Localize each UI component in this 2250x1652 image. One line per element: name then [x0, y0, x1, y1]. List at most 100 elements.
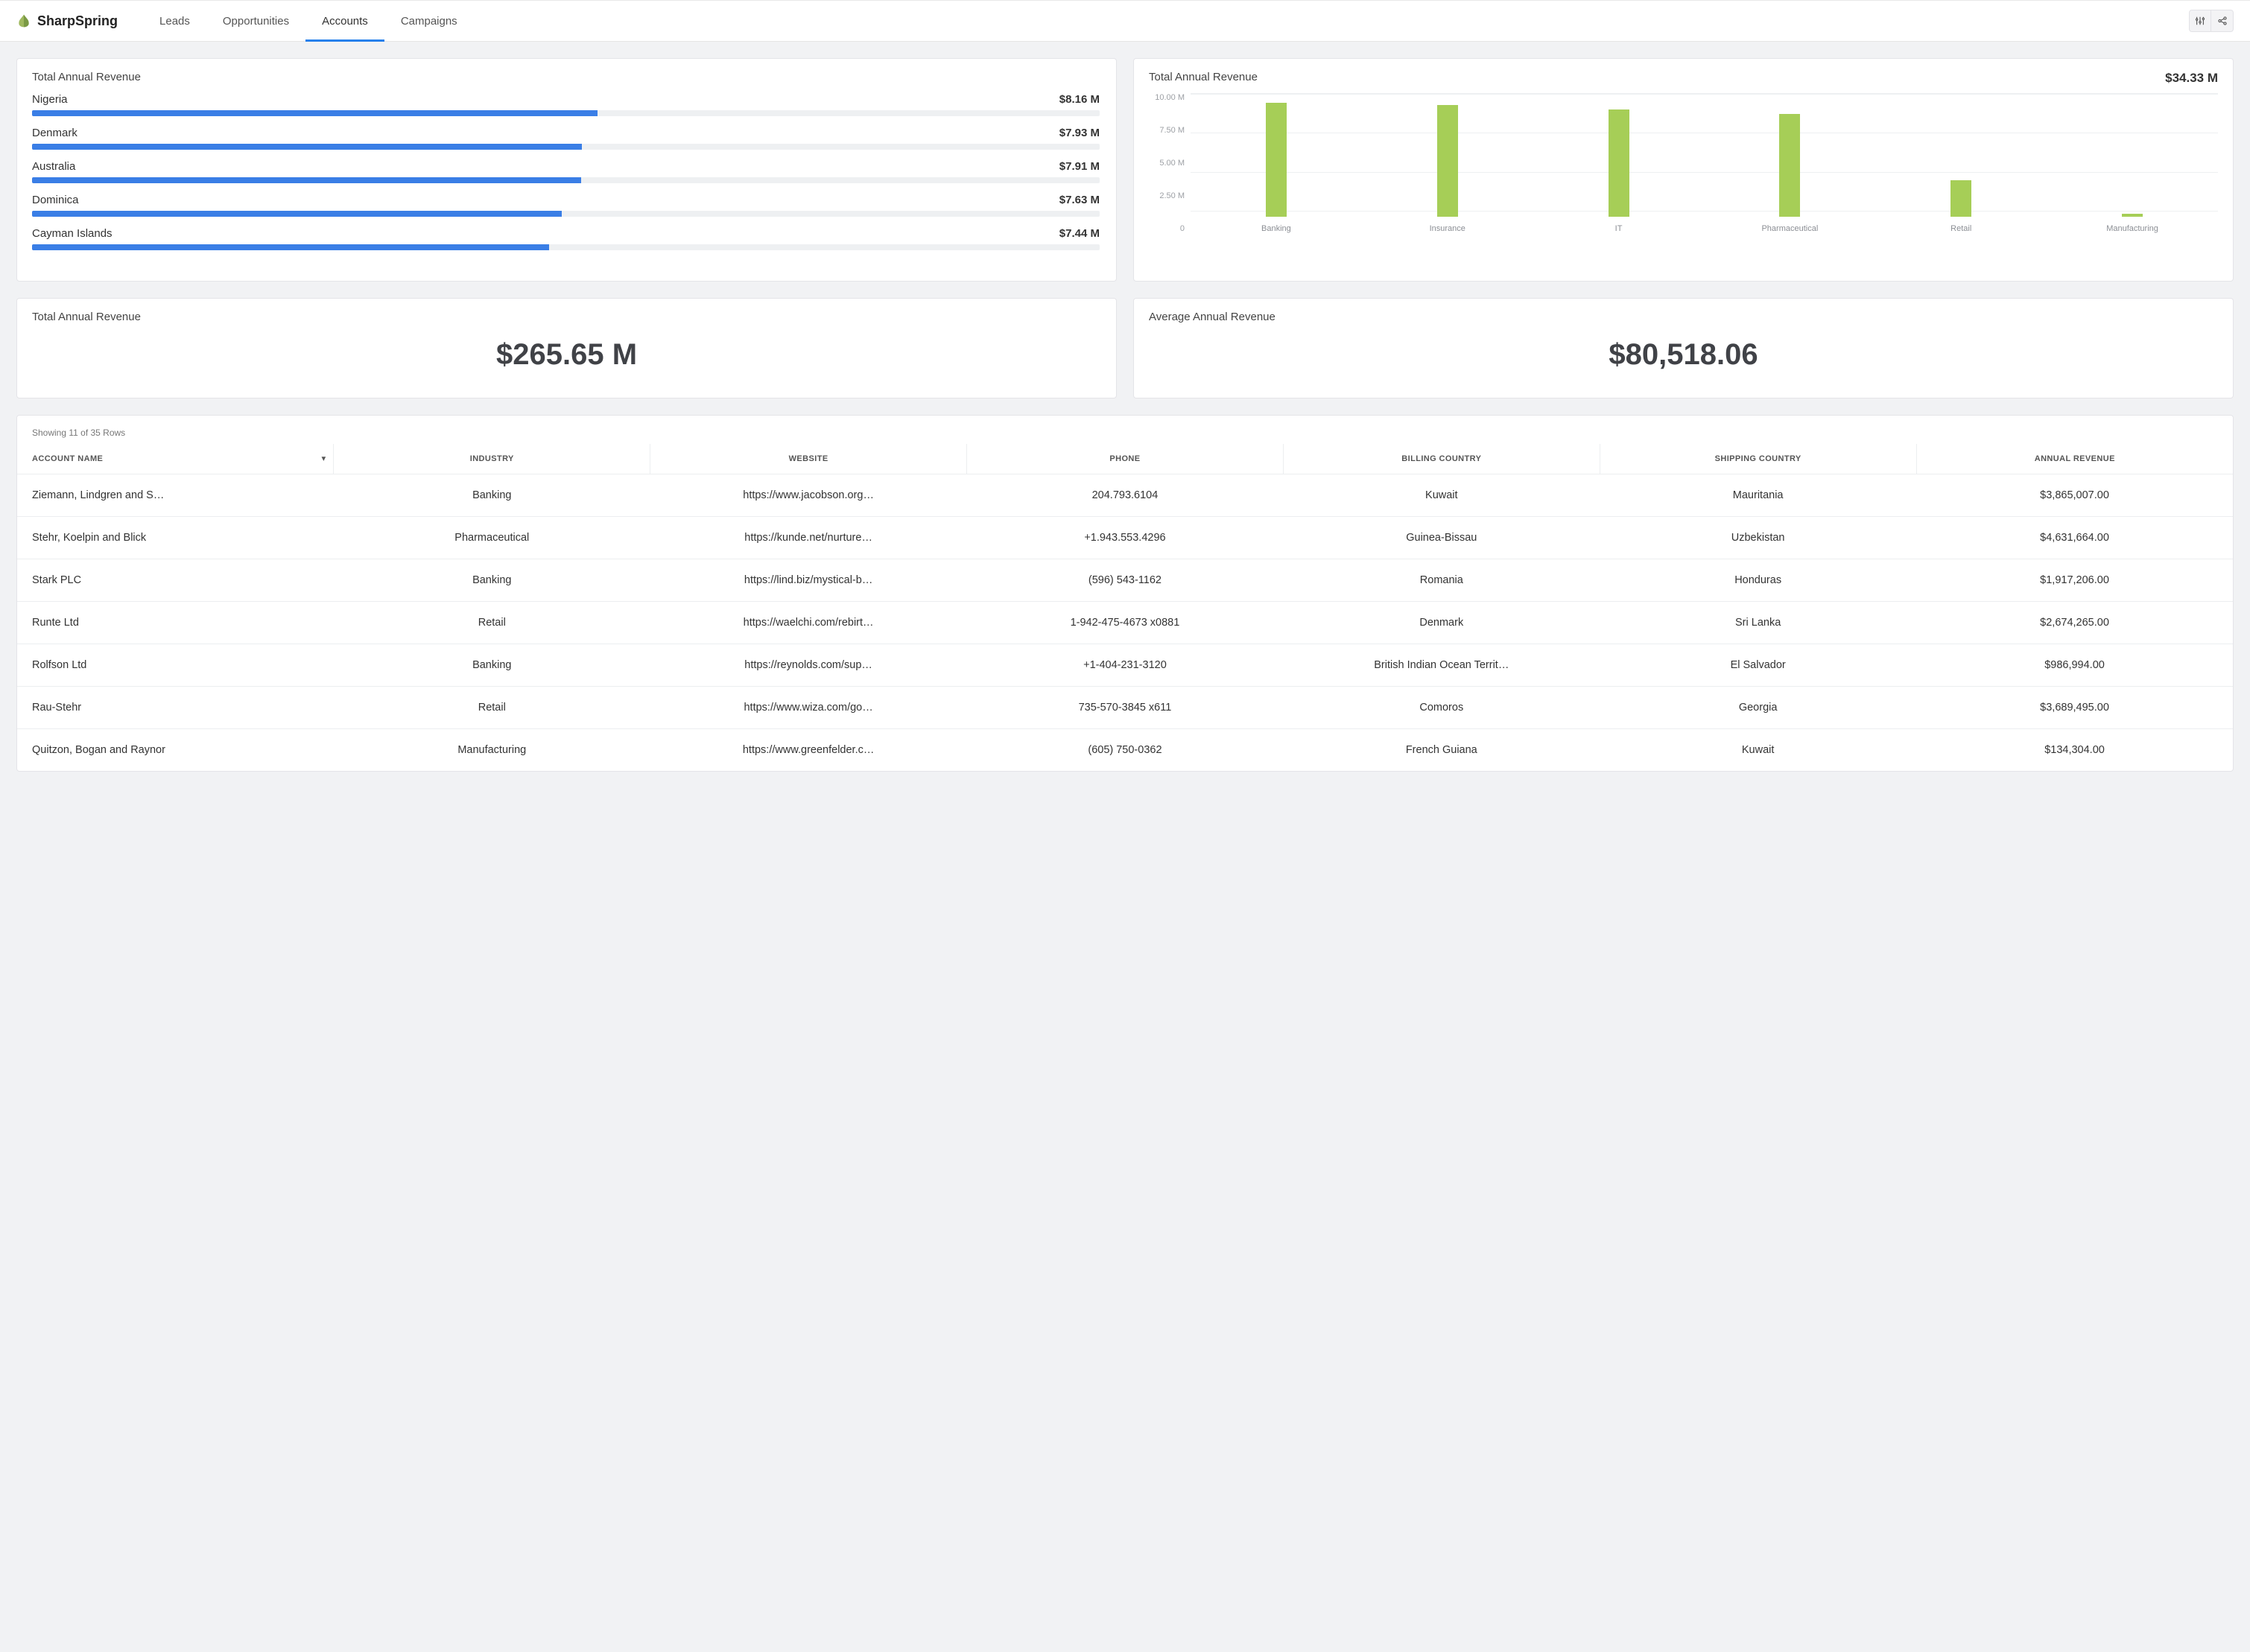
- column-header[interactable]: INDUSTRY: [334, 444, 650, 474]
- progress-bar: [32, 110, 1100, 116]
- table-cell: El Salvador: [1600, 644, 1916, 687]
- table-cell: Rolfson Ltd: [17, 644, 334, 687]
- table-cell: Quitzon, Bogan and Raynor: [17, 729, 334, 772]
- country-value: $7.63 M: [1059, 194, 1100, 206]
- table-row[interactable]: Stehr, Koelpin and BlickPharmaceuticalht…: [17, 517, 2233, 559]
- bar-label: Pharmaceutical: [1761, 224, 1818, 233]
- table-cell: $4,631,664.00: [1916, 517, 2233, 559]
- nav-tab-accounts[interactable]: Accounts: [305, 2, 384, 42]
- table-row[interactable]: Quitzon, Bogan and RaynorManufacturinght…: [17, 729, 2233, 772]
- bar-label: Insurance: [1430, 224, 1465, 233]
- table-cell: Georgia: [1600, 687, 1916, 729]
- table-row[interactable]: Rolfson LtdBankinghttps://reynolds.com/s…: [17, 644, 2233, 687]
- bar-insurance: Insurance: [1362, 94, 1533, 233]
- top-nav: SharpSpring LeadsOpportunitiesAccountsCa…: [0, 0, 2250, 42]
- column-header[interactable]: ACCOUNT NAME▾: [17, 444, 334, 474]
- bar-chart: 10.00 M7.50 M5.00 M2.50 M0 BankingInsura…: [1149, 93, 2218, 250]
- bar-label: Manufacturing: [2106, 224, 2158, 233]
- table-cell: Guinea-Bissau: [1283, 517, 1600, 559]
- table-cell: Sri Lanka: [1600, 602, 1916, 644]
- table-cell: https://kunde.net/nurture…: [650, 517, 967, 559]
- logo[interactable]: SharpSpring: [16, 13, 118, 29]
- country-value: $7.93 M: [1059, 127, 1100, 139]
- bar: [1609, 109, 1629, 217]
- card-header: Total Annual Revenue $34.33 M: [1149, 71, 2218, 86]
- table-cell: 1-942-475-4673 x0881: [967, 602, 1284, 644]
- card-total: $34.33 M: [2165, 71, 2218, 86]
- nav-left: SharpSpring LeadsOpportunitiesAccountsCa…: [16, 0, 474, 42]
- table-row[interactable]: Runte LtdRetailhttps://waelchi.com/rebir…: [17, 602, 2233, 644]
- bar-manufacturing: Manufacturing: [2047, 94, 2218, 233]
- bar-label: Retail: [1950, 224, 1971, 233]
- table-cell: Banking: [334, 559, 650, 602]
- table-row[interactable]: Ziemann, Lindgren and S…Bankinghttps://w…: [17, 474, 2233, 517]
- bar-label: Banking: [1261, 224, 1291, 233]
- bar: [1779, 114, 1800, 217]
- card-title: Total Annual Revenue: [32, 71, 1101, 83]
- toolbar-buttons: [2189, 10, 2234, 32]
- column-header[interactable]: WEBSITE: [650, 444, 967, 474]
- y-tick: 5.00 M: [1159, 159, 1185, 168]
- table-row[interactable]: Rau-StehrRetailhttps://www.wiza.com/go…7…: [17, 687, 2233, 729]
- sort-caret-icon: ▾: [322, 455, 326, 463]
- total-revenue-card: Total Annual Revenue $265.65 M: [16, 298, 1117, 398]
- table-header-row: ACCOUNT NAME▾INDUSTRYWEBSITEPHONEBILLING…: [17, 444, 2233, 474]
- table-cell: Runte Ltd: [17, 602, 334, 644]
- country-name: Australia: [32, 160, 75, 173]
- table-cell: Uzbekistan: [1600, 517, 1916, 559]
- industry-revenue-card: Total Annual Revenue $34.33 M 10.00 M7.5…: [1133, 58, 2234, 282]
- country-row: Australia $7.91 M: [32, 160, 1100, 183]
- country-value: $7.91 M: [1059, 160, 1100, 173]
- progress-bar: [32, 177, 1100, 183]
- column-header[interactable]: SHIPPING COUNTRY: [1600, 444, 1916, 474]
- nav-tab-opportunities[interactable]: Opportunities: [206, 2, 305, 42]
- share-icon: [2217, 16, 2228, 26]
- table-cell: https://lind.biz/mystical-b…: [650, 559, 967, 602]
- bar: [2122, 214, 2143, 217]
- y-tick: 7.50 M: [1159, 126, 1185, 135]
- bar: [1950, 180, 1971, 217]
- dashboard: Total Annual Revenue Nigeria$8.16 MDenma…: [0, 42, 2250, 788]
- nav-tab-campaigns[interactable]: Campaigns: [384, 2, 474, 42]
- accounts-table: ACCOUNT NAME▾INDUSTRYWEBSITEPHONEBILLING…: [17, 444, 2233, 771]
- table-cell: Kuwait: [1600, 729, 1916, 772]
- country-list[interactable]: Nigeria$8.16 MDenmark$7.93 MAustralia$7.…: [32, 93, 1110, 281]
- table-cell: Retail: [334, 687, 650, 729]
- country-name: Nigeria: [32, 93, 68, 106]
- country-name: Cayman Islands: [32, 227, 112, 240]
- column-header[interactable]: PHONE: [967, 444, 1284, 474]
- country-row: Denmark$7.93 M: [32, 127, 1100, 150]
- metric-value: $265.65 M: [32, 323, 1101, 386]
- table-cell: (605) 750-0362: [967, 729, 1284, 772]
- nav-tab-leads[interactable]: Leads: [143, 2, 206, 42]
- table-cell: 204.793.6104: [967, 474, 1284, 517]
- table-cell: 735-570-3845 x611: [967, 687, 1284, 729]
- table-cell: Stehr, Koelpin and Blick: [17, 517, 334, 559]
- table-cell: https://www.wiza.com/go…: [650, 687, 967, 729]
- bar-banking: Banking: [1191, 94, 1362, 233]
- column-header[interactable]: ANNUAL REVENUE: [1916, 444, 2233, 474]
- bar-pharmaceutical: Pharmaceutical: [1704, 94, 1875, 233]
- country-name: Dominica: [32, 194, 79, 206]
- avg-revenue-card: Average Annual Revenue $80,518.06: [1133, 298, 2234, 398]
- table-cell: $3,689,495.00: [1916, 687, 2233, 729]
- table-cell: Pharmaceutical: [334, 517, 650, 559]
- column-header[interactable]: BILLING COUNTRY: [1283, 444, 1600, 474]
- table-cell: British Indian Ocean Territ…: [1283, 644, 1600, 687]
- table-body: Ziemann, Lindgren and S…Bankinghttps://w…: [17, 474, 2233, 772]
- sliders-icon: [2195, 16, 2205, 26]
- share-button[interactable]: [2211, 10, 2234, 32]
- table-cell: $3,865,007.00: [1916, 474, 2233, 517]
- table-cell: +1.943.553.4296: [967, 517, 1284, 559]
- bar: [1266, 103, 1287, 217]
- table-row[interactable]: Stark PLCBankinghttps://lind.biz/mystica…: [17, 559, 2233, 602]
- y-axis: 10.00 M7.50 M5.00 M2.50 M0: [1149, 93, 1191, 250]
- table-cell: Denmark: [1283, 602, 1600, 644]
- table-cell: $1,917,206.00: [1916, 559, 2233, 602]
- settings-button[interactable]: [2189, 10, 2211, 32]
- table-cell: Romania: [1283, 559, 1600, 602]
- bar: [1437, 105, 1458, 217]
- table-cell: Mauritania: [1600, 474, 1916, 517]
- table-cell: (596) 543-1162: [967, 559, 1284, 602]
- bars: BankingInsuranceITPharmaceuticalRetailMa…: [1191, 94, 2218, 233]
